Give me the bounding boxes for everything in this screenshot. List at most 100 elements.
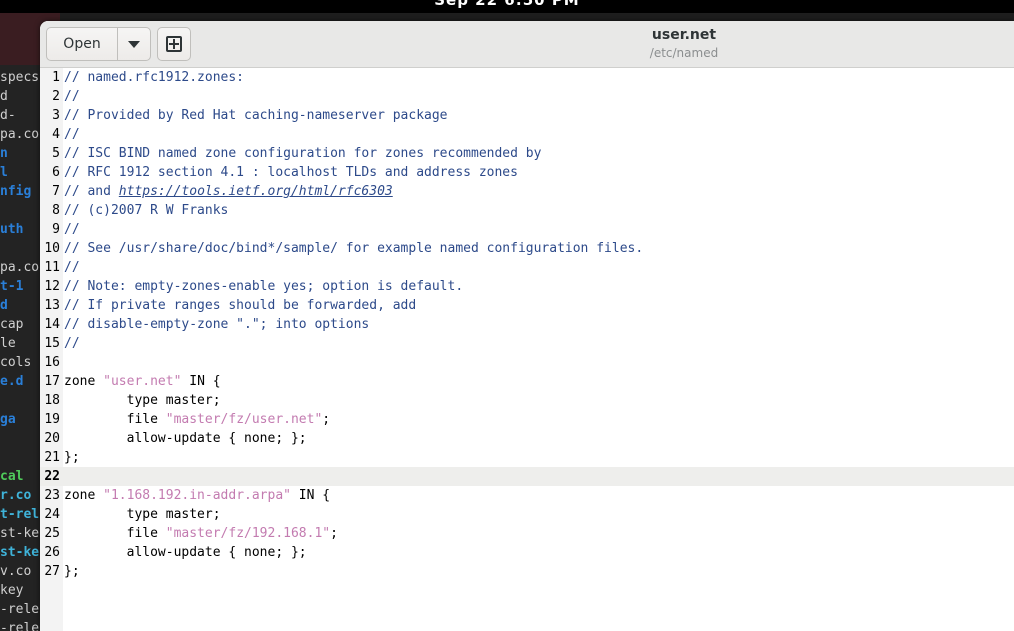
new-tab-button[interactable]	[157, 27, 191, 61]
line-text: // Provided by Red Hat caching-nameserve…	[64, 106, 448, 125]
terminal-line: pa.co	[0, 260, 40, 275]
line-text: file "master/fz/user.net";	[64, 410, 331, 429]
code-token: // Provided by Red Hat caching-nameserve…	[64, 108, 448, 123]
code-line[interactable]: 4 //	[40, 125, 1014, 144]
document-title: user.net	[651, 27, 717, 43]
code-line[interactable]: 10 // See /usr/share/doc/bind*/sample/ fo…	[40, 239, 1014, 258]
editor-window: Open user.net /etc/named 1 // named.rfc19…	[40, 21, 1014, 631]
terminal-line: d-	[0, 108, 16, 123]
url-link[interactable]: https://tools.ietf.org/html/rfc6303	[119, 184, 393, 199]
code-line[interactable]: 19 file "master/fz/user.net";	[40, 410, 1014, 429]
line-text: zone "user.net" IN {	[64, 372, 221, 391]
code-line[interactable]: 21};	[40, 448, 1014, 467]
code-line[interactable]: 1 // named.rfc1912.zones:	[40, 68, 1014, 87]
line-text: //	[64, 220, 80, 239]
terminal-line: st-ke	[0, 526, 40, 541]
line-number: 19	[44, 412, 60, 427]
open-recent-dropdown-button[interactable]	[118, 28, 150, 60]
line-number: 17	[44, 374, 60, 389]
code-token: "1.168.192.in-addr.arpa"	[103, 488, 291, 503]
line-text: allow-update { none; };	[64, 543, 307, 562]
code-line[interactable]: 20 allow-update { none; };	[40, 429, 1014, 448]
code-line[interactable]: 15 //	[40, 334, 1014, 353]
code-token: type master;	[64, 393, 221, 408]
code-line[interactable]: 8 // (c)2007 R W Franks	[40, 201, 1014, 220]
line-number: 26	[44, 545, 60, 560]
code-token: //	[64, 127, 80, 142]
code-line[interactable]: 7 // and https://tools.ietf.org/html/rfc6…	[40, 182, 1014, 201]
code-line[interactable]: 25 file "master/fz/192.168.1";	[40, 524, 1014, 543]
code-token: //	[64, 222, 80, 237]
terminal-line: le	[0, 336, 16, 351]
line-number: 3	[52, 108, 60, 123]
top-bar: Sep 22 6:50 PM	[0, 0, 1014, 13]
code-line[interactable]: 18 type master;	[40, 391, 1014, 410]
terminal-line: e.d	[0, 374, 24, 389]
terminal-line: ga	[0, 412, 16, 427]
line-text: // Note: empty-zones-enable yes; option …	[64, 277, 463, 296]
code-line[interactable]: 24 type master;	[40, 505, 1014, 524]
code-token: // RFC 1912 section 4.1 : localhost TLDs…	[64, 165, 518, 180]
code-line[interactable]: 5 // ISC BIND named zone configuration fo…	[40, 144, 1014, 163]
terminal-line: -rele	[0, 602, 40, 617]
code-token: };	[64, 450, 80, 465]
line-text: // (c)2007 R W Franks	[64, 201, 228, 220]
line-number: 27	[44, 564, 60, 579]
line-number: 6	[52, 165, 60, 180]
code-line[interactable]: 9 //	[40, 220, 1014, 239]
code-line[interactable]: 2 //	[40, 87, 1014, 106]
code-line[interactable]: 6 // RFC 1912 section 4.1 : localhost TLD…	[40, 163, 1014, 182]
code-token: allow-update { none; };	[64, 431, 307, 446]
terminal-line: nfig	[0, 184, 32, 199]
line-number: 7	[52, 184, 60, 199]
code-token: // and	[64, 184, 119, 199]
code-line[interactable]: 12 // Note: empty-zones-enable yes; optio…	[40, 277, 1014, 296]
code-line[interactable]: 22	[40, 467, 1014, 486]
line-text: };	[64, 448, 80, 467]
code-lines[interactable]: 1 // named.rfc1912.zones: 2 // 3 // Provided …	[40, 68, 1014, 581]
code-token: type master;	[64, 507, 221, 522]
code-line[interactable]: 13 // If private ranges should be forward…	[40, 296, 1014, 315]
line-number: 5	[52, 146, 60, 161]
code-line[interactable]: 17 zone "user.net" IN {	[40, 372, 1014, 391]
line-number: 11	[44, 260, 60, 275]
terminal-line: n	[0, 146, 8, 161]
text-editor[interactable]: 1 // named.rfc1912.zones: 2 // 3 // Provided …	[40, 68, 1014, 631]
terminal-line: l	[0, 165, 8, 180]
code-line[interactable]: 16	[40, 353, 1014, 372]
code-line[interactable]: 11 //	[40, 258, 1014, 277]
code-token: //	[64, 89, 80, 104]
terminal-line: d	[0, 89, 8, 104]
code-line[interactable]: 23 zone "1.168.192.in-addr.arpa" IN {	[40, 486, 1014, 505]
terminal-line: r.co	[0, 488, 32, 503]
line-number: 13	[44, 298, 60, 313]
code-line[interactable]: 3 // Provided by Red Hat caching-nameserv…	[40, 106, 1014, 125]
header-bar: Open user.net /etc/named	[40, 21, 1014, 68]
line-number: 23	[44, 488, 60, 503]
line-number: 22	[44, 469, 60, 484]
line-number: 10	[44, 241, 60, 256]
terminal-line: t-rel	[0, 507, 40, 522]
code-token: // ISC BIND named zone configuration for…	[64, 146, 542, 161]
line-text: //	[64, 258, 80, 277]
clock[interactable]: Sep 22 6:50 PM	[0, 0, 1014, 9]
terminal-line: pa.co	[0, 127, 40, 142]
code-token: // If private ranges should be forwarded…	[64, 298, 417, 313]
document-title-area: user.net /etc/named	[600, 26, 768, 62]
code-token: zone	[64, 488, 104, 503]
open-button[interactable]: Open	[47, 28, 118, 60]
code-token: // Note: empty-zones-enable yes; option …	[64, 279, 464, 294]
line-number: 2	[52, 89, 60, 104]
code-line[interactable]: 26 allow-update { none; };	[40, 543, 1014, 562]
code-token: // named.rfc1912.zones:	[64, 70, 245, 85]
line-text: file "master/fz/192.168.1";	[64, 524, 338, 543]
line-text: zone "1.168.192.in-addr.arpa" IN {	[64, 486, 330, 505]
code-line[interactable]: 14 // disable-empty-zone "."; into option…	[40, 315, 1014, 334]
line-number: 9	[52, 222, 60, 237]
code-line[interactable]: 27};	[40, 562, 1014, 581]
terminal-line: uth	[0, 222, 24, 237]
code-token: "user.net"	[103, 374, 182, 389]
code-token: ;	[322, 412, 331, 427]
code-token: //	[64, 336, 80, 351]
line-text: allow-update { none; };	[64, 429, 307, 448]
